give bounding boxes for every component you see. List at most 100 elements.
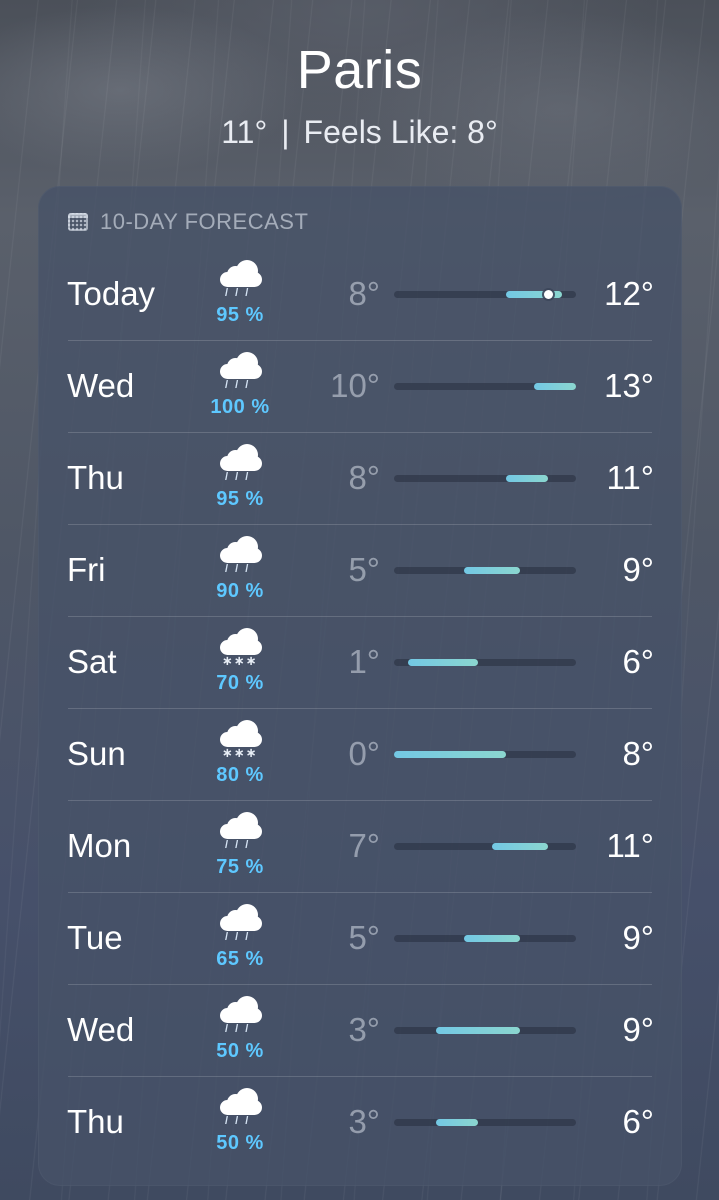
- low-temp: 3°: [348, 1103, 380, 1140]
- current-conditions: 11° | Feels Like: 8°: [0, 114, 719, 150]
- precip-chance: 80 %: [216, 764, 264, 786]
- temp-range-fill: [492, 843, 548, 850]
- day-label: Fri: [67, 551, 106, 588]
- precip-chance: 65 %: [216, 948, 264, 970]
- low-temp: 8°: [348, 459, 380, 496]
- temp-range-fill: [464, 935, 520, 942]
- weather-cell: / / / 90 %: [196, 532, 284, 608]
- forecast-row[interactable]: Wed / / / 50 % 3° 9°: [38, 984, 682, 1076]
- low-temp: 8°: [348, 275, 380, 312]
- forecast-row[interactable]: Wed / / / 100 % 10° 13°: [38, 340, 682, 432]
- forecast-row[interactable]: Fri / / / 90 % 5° 9°: [38, 524, 682, 616]
- low-temp: 10°: [330, 367, 380, 404]
- day-label: Tue: [67, 919, 123, 956]
- rain-cloud-icon: [220, 352, 262, 379]
- low-temp: 7°: [348, 827, 380, 864]
- temp-range-fill: [436, 1119, 478, 1126]
- separator: |: [281, 114, 290, 150]
- precip-chance: 95 %: [216, 304, 264, 326]
- forecast-row[interactable]: Sat ∗∗∗ 70 % 1° 6°: [38, 616, 682, 708]
- high-temp: 6°: [622, 1103, 654, 1140]
- snow-cloud-icon: [220, 628, 262, 655]
- day-label: Thu: [67, 1103, 124, 1140]
- rain-cloud-icon: [220, 536, 262, 563]
- precip-chance: 90 %: [216, 580, 264, 602]
- precip-chance: 75 %: [216, 856, 264, 878]
- low-temp: 5°: [348, 551, 380, 588]
- temp-range-bar: [394, 843, 576, 850]
- weather-cell: / / / 95 %: [196, 256, 284, 332]
- temp-range-bar: [394, 1119, 576, 1126]
- temp-range-fill: [506, 475, 548, 482]
- rain-cloud-icon: [220, 904, 262, 931]
- raindrops-icon: / / /: [225, 287, 251, 299]
- temp-range-bar: [394, 383, 576, 390]
- day-label: Wed: [67, 367, 135, 404]
- precip-chance: 70 %: [216, 672, 264, 694]
- temp-range-fill: [394, 751, 506, 758]
- forecast-rows: Today / / / 95 % 8° 12° Wed / / / 100 % 10° 13° Th…: [38, 248, 682, 1168]
- high-temp: 11°: [606, 827, 654, 864]
- current-temp: 11°: [221, 114, 268, 150]
- day-label: Today: [67, 275, 156, 312]
- raindrops-icon: / / /: [225, 931, 251, 943]
- precip-chance: 95 %: [216, 488, 264, 510]
- high-temp: 9°: [622, 919, 654, 956]
- low-temp: 1°: [348, 643, 380, 680]
- snowflakes-icon: ∗∗∗: [222, 745, 258, 760]
- rain-cloud-icon: [220, 996, 262, 1023]
- weather-cell: / / / 100 %: [196, 348, 284, 424]
- forecast-title: 10-DAY FORECAST: [68, 208, 308, 236]
- rain-cloud-icon: [220, 260, 262, 287]
- feels-like: Feels Like: 8°: [303, 114, 498, 150]
- temp-range-fill: [464, 567, 520, 574]
- forecast-title-text: 10-DAY FORECAST: [100, 209, 309, 234]
- day-label: Sat: [67, 643, 117, 680]
- forecast-row[interactable]: Sun ∗∗∗ 80 % 0° 8°: [38, 708, 682, 800]
- weather-cell: / / / 95 %: [196, 440, 284, 516]
- low-temp: 3°: [348, 1011, 380, 1048]
- raindrops-icon: / / /: [225, 839, 251, 851]
- temp-range-bar: [394, 475, 576, 482]
- high-temp: 9°: [622, 551, 654, 588]
- forecast-row[interactable]: Today / / / 95 % 8° 12°: [38, 248, 682, 340]
- day-label: Mon: [67, 827, 132, 864]
- temp-range-bar: [394, 1027, 576, 1034]
- location-header: Paris 11° | Feels Like: 8°: [0, 38, 719, 150]
- weather-cell: / / / 65 %: [196, 900, 284, 976]
- ten-day-forecast-card[interactable]: 10-DAY FORECAST Today / / / 95 % 8° 12° Wed / …: [38, 186, 682, 1186]
- forecast-row[interactable]: Mon / / / 75 % 7° 11°: [38, 800, 682, 892]
- high-temp: 6°: [622, 643, 654, 680]
- temp-range-bar: [394, 659, 576, 666]
- weather-cell: / / / 50 %: [196, 992, 284, 1068]
- snowflakes-icon: ∗∗∗: [222, 653, 258, 668]
- current-temp-indicator: [543, 290, 553, 299]
- rain-cloud-icon: [220, 1088, 262, 1115]
- raindrops-icon: / / /: [225, 563, 251, 575]
- raindrops-icon: / / /: [225, 1023, 251, 1035]
- temp-range-fill: [436, 1027, 520, 1034]
- raindrops-icon: / / /: [225, 379, 251, 391]
- precip-chance: 50 %: [216, 1132, 264, 1154]
- low-temp: 0°: [348, 735, 380, 772]
- temp-range-fill: [506, 291, 562, 298]
- temp-range-bar: [394, 751, 576, 758]
- forecast-row[interactable]: Thu / / / 50 % 3° 6°: [38, 1076, 682, 1168]
- temp-range-bar: [394, 935, 576, 942]
- high-temp: 12°: [604, 275, 654, 312]
- temp-range-bar: [394, 567, 576, 574]
- calendar-icon: [68, 213, 88, 231]
- low-temp: 5°: [348, 919, 380, 956]
- weather-cell: ∗∗∗ 70 %: [196, 624, 284, 700]
- rain-cloud-icon: [220, 812, 262, 839]
- high-temp: 13°: [604, 367, 654, 404]
- temp-range-fill: [534, 383, 576, 390]
- forecast-row[interactable]: Tue / / / 65 % 5° 9°: [38, 892, 682, 984]
- high-temp: 9°: [622, 1011, 654, 1048]
- forecast-row[interactable]: Thu / / / 95 % 8° 11°: [38, 432, 682, 524]
- high-temp: 8°: [622, 735, 654, 772]
- day-label: Wed: [67, 1011, 135, 1048]
- precip-chance: 50 %: [216, 1040, 264, 1062]
- raindrops-icon: / / /: [225, 1115, 251, 1127]
- weather-cell: / / / 75 %: [196, 808, 284, 884]
